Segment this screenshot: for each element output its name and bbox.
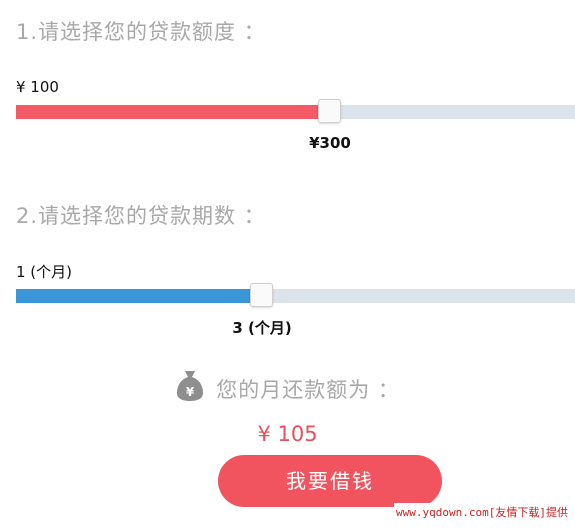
amount-slider-fill (16, 105, 330, 119)
amount-min-label: ¥ 100 (16, 78, 59, 96)
watermark-text: www.yqdown.com[友情下载]提供 (394, 503, 570, 521)
term-slider-handle[interactable] (250, 283, 273, 307)
monthly-payment-row: ¥ 您的月还款额为 ： (0, 371, 575, 406)
term-min-label: 1 (个月) (16, 263, 73, 281)
monthly-payment-amount: ¥ 105 (257, 422, 318, 446)
amount-slider-handle[interactable] (318, 99, 341, 123)
amount-slider-track[interactable] (16, 99, 575, 123)
monthly-payment-label: 您的月还款额为 ： (216, 378, 400, 402)
amount-current-value: ¥300 (309, 134, 351, 152)
borrow-button[interactable]: 我要借钱 (218, 455, 442, 507)
term-current-value: 3 (个月) (232, 319, 292, 337)
money-bag-icon: ¥ (175, 368, 205, 402)
amount-section-title: 1.请选择您的贷款额度 ： (16, 20, 266, 44)
term-slider-track[interactable] (16, 283, 575, 307)
term-section-title: 2.请选择您的贷款期数 ： (16, 204, 266, 228)
svg-text:¥: ¥ (186, 385, 195, 399)
term-slider-fill (16, 289, 262, 303)
